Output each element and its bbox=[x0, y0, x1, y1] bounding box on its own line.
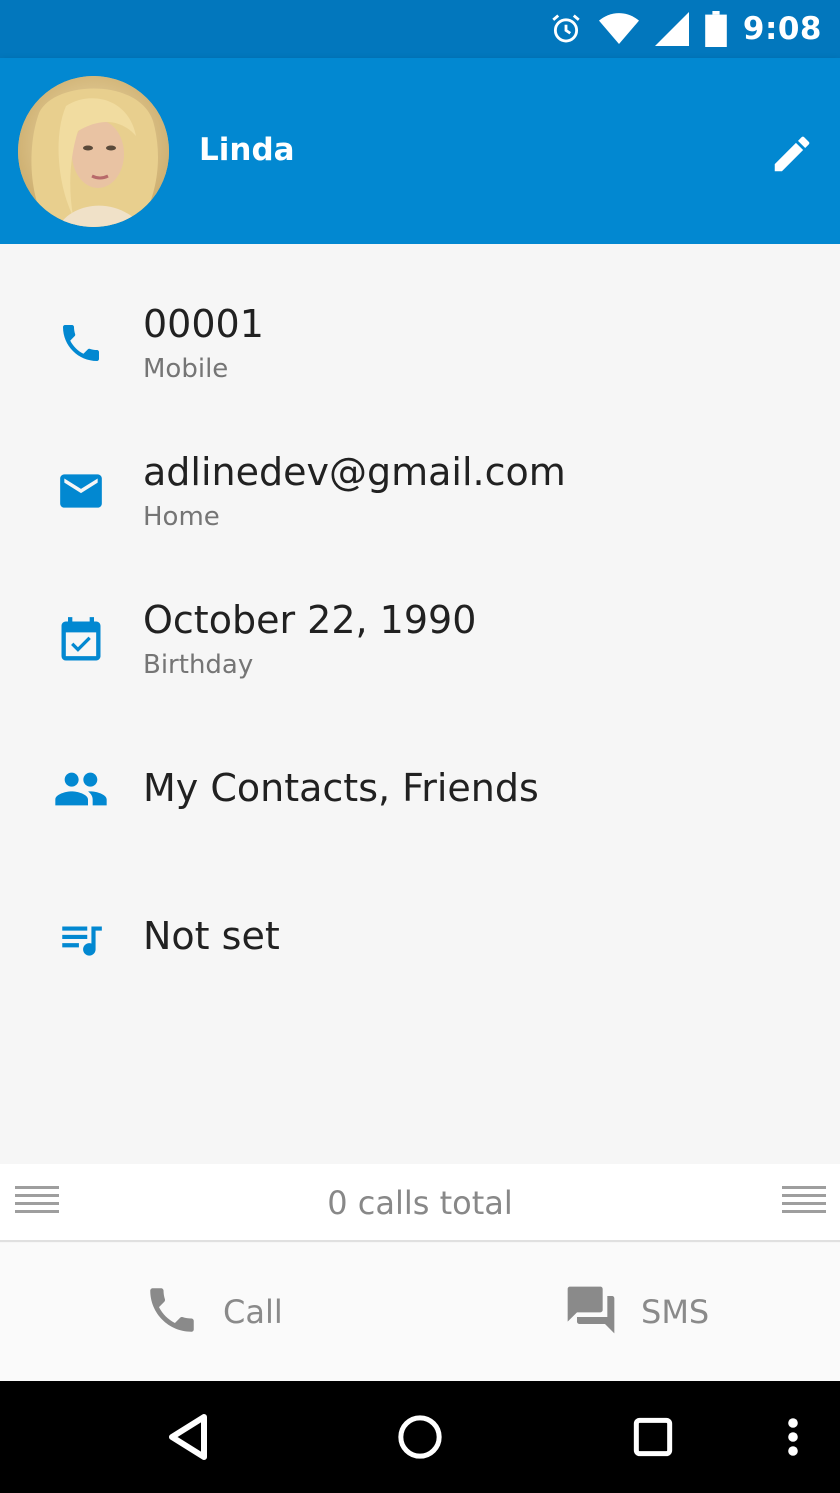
call-label: Call bbox=[223, 1293, 283, 1331]
more-icon[interactable] bbox=[763, 1407, 823, 1467]
groups-value: My Contacts, Friends bbox=[143, 766, 539, 810]
calls-summary-bar[interactable]: 0 calls total bbox=[0, 1164, 840, 1242]
ringtone-value: Not set bbox=[143, 914, 280, 958]
alarm-icon bbox=[549, 12, 583, 46]
call-button[interactable]: Call bbox=[143, 1243, 283, 1381]
wifi-icon bbox=[598, 12, 639, 46]
pencil-icon bbox=[769, 131, 815, 181]
birthday-label: Birthday bbox=[143, 650, 254, 680]
groups-row[interactable]: My Contacts, Friends bbox=[0, 740, 840, 870]
email-address: adlinedev@gmail.com bbox=[143, 450, 566, 494]
group-icon bbox=[52, 760, 110, 818]
back-icon[interactable] bbox=[158, 1407, 218, 1467]
email-row[interactable]: adlinedev@gmail.com Home bbox=[0, 444, 840, 574]
contact-header: Linda bbox=[0, 58, 840, 244]
drag-handle-icon bbox=[782, 1186, 826, 1220]
phone-number: 00001 bbox=[143, 302, 264, 346]
phone-type: Mobile bbox=[143, 354, 229, 384]
edit-button[interactable] bbox=[764, 128, 820, 184]
calendar-check-icon bbox=[52, 612, 110, 670]
home-icon[interactable] bbox=[390, 1407, 450, 1467]
chat-icon bbox=[563, 1282, 619, 1342]
playlist-music-icon bbox=[52, 910, 110, 968]
phone-row[interactable]: 00001 Mobile bbox=[0, 294, 840, 424]
birthday-row[interactable]: October 22, 1990 Birthday bbox=[0, 592, 840, 722]
action-bar: Call SMS bbox=[0, 1243, 840, 1381]
phone-icon bbox=[143, 1281, 201, 1343]
signal-icon bbox=[654, 12, 689, 46]
calls-total: 0 calls total bbox=[327, 1184, 513, 1222]
navigation-bar bbox=[0, 1381, 840, 1493]
sms-label: SMS bbox=[641, 1293, 710, 1331]
birthday-date: October 22, 1990 bbox=[143, 598, 477, 642]
avatar[interactable] bbox=[18, 76, 169, 227]
email-icon bbox=[52, 462, 110, 520]
phone-icon bbox=[52, 314, 110, 372]
contact-name: Linda bbox=[199, 132, 295, 168]
email-type: Home bbox=[143, 502, 220, 532]
recents-icon[interactable] bbox=[623, 1407, 683, 1467]
sms-button[interactable]: SMS bbox=[563, 1243, 709, 1381]
battery-icon bbox=[705, 11, 727, 47]
status-bar: 9:08 bbox=[0, 0, 840, 58]
ringtone-row[interactable]: Not set bbox=[0, 888, 840, 1018]
status-time: 9:08 bbox=[742, 11, 822, 47]
contact-details: 00001 Mobile adlinedev@gmail.com Home Oc… bbox=[0, 244, 840, 1164]
